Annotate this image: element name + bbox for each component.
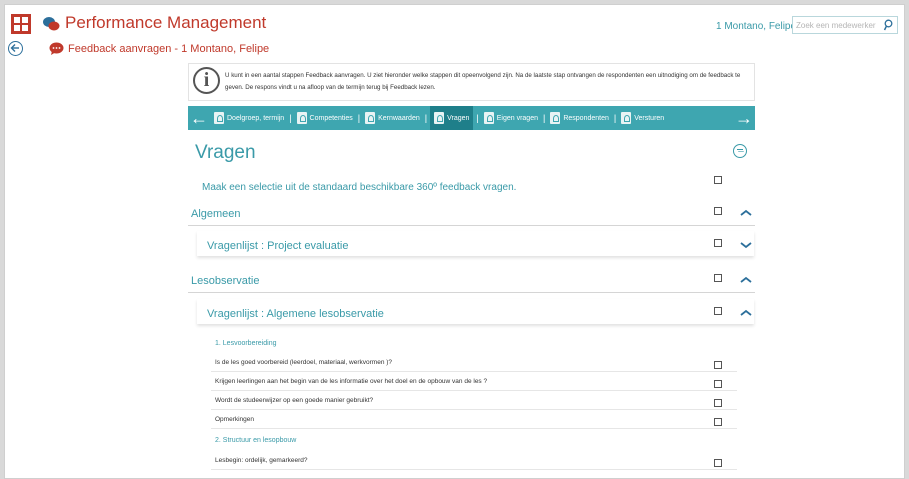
question-text: Opmerkingen bbox=[215, 416, 255, 423]
step-icon bbox=[214, 112, 224, 124]
step-separator: | bbox=[357, 113, 361, 123]
wizard-steps: Doelgroep, termijn | Competenties | Kern… bbox=[212, 106, 666, 130]
filter-icon[interactable] bbox=[733, 144, 747, 158]
step-icon bbox=[483, 112, 494, 124]
select-all-checkbox[interactable] bbox=[714, 176, 722, 184]
step-icon bbox=[621, 112, 632, 124]
step-label: Versturen bbox=[634, 114, 665, 122]
subsection-title: 1. Lesvoorbereiding bbox=[215, 340, 277, 347]
info-text: U kunt in een aantal stappen Feedback aa… bbox=[225, 72, 741, 91]
step-label: Vragen bbox=[447, 114, 470, 122]
back-button[interactable] bbox=[8, 41, 23, 56]
page-title: Vragen bbox=[195, 142, 256, 163]
questionnaire-title-lesobservatie: Vragenlijst : Algemene lesobservatie bbox=[207, 308, 384, 320]
question-text: Is de les goed voorbereid (leerdoel, mat… bbox=[215, 359, 393, 366]
wizard-prev-arrow-icon[interactable]: ← bbox=[190, 108, 208, 128]
app-window: Performance Management 1 Montano, Felipe… bbox=[4, 4, 905, 479]
question-checkbox[interactable] bbox=[714, 380, 722, 388]
question-checkbox[interactable] bbox=[714, 418, 722, 426]
question-checkbox[interactable] bbox=[714, 361, 722, 369]
wizard-step-eigen-vragen[interactable]: Eigen vragen bbox=[482, 106, 540, 130]
wizard-step-versturen[interactable]: Versturen bbox=[619, 106, 666, 130]
search-icon[interactable] bbox=[883, 19, 893, 31]
wizard-step-doelgroep[interactable]: Doelgroep, termijn bbox=[212, 106, 286, 130]
wizard-next-arrow-icon[interactable]: → bbox=[735, 108, 753, 128]
step-separator: | bbox=[543, 113, 546, 123]
info-panel: i U kunt in een aantal stappen Feedback … bbox=[188, 63, 755, 101]
group-title-lesobservatie: Lesobservatie bbox=[191, 275, 260, 287]
wizard-step-respondenten[interactable]: Respondenten bbox=[548, 106, 611, 130]
chevron-up-icon[interactable] bbox=[739, 308, 753, 318]
sub-header: Feedback aanvragen - 1 Montano, Felipe bbox=[5, 39, 904, 59]
step-separator: | bbox=[613, 113, 617, 123]
questionnaire-title-project: Vragenlijst : Project evaluatie bbox=[207, 240, 349, 252]
step-label: Doelgroep, termijn bbox=[227, 114, 285, 122]
group-title-algemeen: Algemeen bbox=[191, 208, 241, 220]
page-subtitle: Feedback aanvragen - 1 Montano, Felipe bbox=[68, 43, 270, 55]
group-checkbox-algemeen[interactable] bbox=[714, 207, 722, 215]
questionnaire-checkbox-lesobservatie[interactable] bbox=[714, 307, 722, 315]
info-icon: i bbox=[193, 67, 220, 94]
subsection-title: 2. Structuur en lesopbouw bbox=[215, 437, 297, 444]
wizard-step-kernwaarden[interactable]: Kernwaarden bbox=[363, 106, 422, 130]
intro-text: Maak een selectie uit de standaard besch… bbox=[202, 182, 517, 193]
question-text: Wordt de studeerwijzer op een goede mani… bbox=[215, 397, 374, 404]
step-label: Kernwaarden bbox=[378, 114, 420, 122]
chevron-up-icon[interactable] bbox=[739, 275, 753, 285]
question-text: Krijgen leerlingen aan het begin van de … bbox=[215, 378, 488, 385]
arrow-left-icon bbox=[10, 44, 19, 52]
wizard-step-vragen[interactable]: Vragen bbox=[430, 106, 474, 130]
divider bbox=[188, 225, 755, 226]
divider bbox=[188, 292, 755, 293]
wizard-bar: ← Doelgroep, termijn | Competenties | Ke… bbox=[188, 106, 755, 130]
chevron-up-icon[interactable] bbox=[739, 208, 753, 218]
row-divider bbox=[211, 409, 737, 410]
employee-search[interactable] bbox=[792, 16, 898, 34]
question-checkbox[interactable] bbox=[714, 459, 722, 467]
question-text: Lesbegin: ordelijk, gemarkeerd? bbox=[215, 457, 308, 464]
step-separator: | bbox=[424, 113, 428, 123]
feedback-icon bbox=[49, 42, 64, 55]
wizard-step-competenties[interactable]: Competenties bbox=[295, 106, 355, 130]
step-label: Competenties bbox=[309, 114, 353, 122]
step-separator: | bbox=[289, 113, 292, 123]
step-icon bbox=[296, 112, 307, 124]
step-separator: | bbox=[476, 113, 479, 123]
row-divider bbox=[211, 469, 737, 470]
row-divider bbox=[211, 428, 737, 429]
chevron-down-icon[interactable] bbox=[739, 240, 753, 250]
row-divider bbox=[211, 371, 737, 372]
step-label: Respondenten bbox=[563, 114, 609, 122]
user-name-link[interactable]: 1 Montano, Felipe bbox=[716, 21, 796, 32]
question-checkbox[interactable] bbox=[714, 399, 722, 407]
apps-grid-icon[interactable] bbox=[11, 14, 31, 34]
row-divider bbox=[211, 390, 737, 391]
step-icon bbox=[434, 112, 445, 124]
step-icon bbox=[365, 112, 376, 124]
step-label: Eigen vragen bbox=[496, 114, 538, 122]
questionnaire-checkbox-project[interactable] bbox=[714, 239, 722, 247]
step-icon bbox=[550, 112, 561, 124]
search-input[interactable] bbox=[796, 19, 880, 31]
group-checkbox-lesobservatie[interactable] bbox=[714, 274, 722, 282]
top-bar: Performance Management 1 Montano, Felipe bbox=[5, 5, 904, 39]
app-logo-icon bbox=[43, 17, 60, 31]
app-title: Performance Management bbox=[65, 13, 267, 32]
